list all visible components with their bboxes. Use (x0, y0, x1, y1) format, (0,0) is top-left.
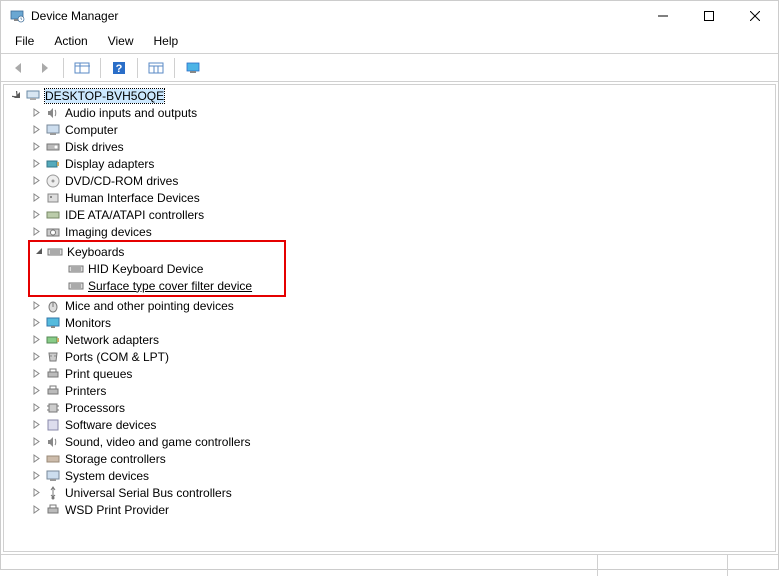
cd-icon (45, 173, 61, 189)
expand-icon[interactable] (30, 317, 42, 329)
tree-root[interactable]: DESKTOP-BVH5OQE (6, 87, 773, 104)
usb-icon (45, 485, 61, 501)
expand-icon[interactable] (30, 334, 42, 346)
app-icon (9, 8, 25, 24)
help-button[interactable]: ? (107, 57, 131, 79)
minimize-button[interactable] (640, 1, 686, 31)
expand-icon[interactable] (30, 470, 42, 482)
monitor-icon (45, 315, 61, 331)
storage-icon (45, 451, 61, 467)
port-icon (45, 349, 61, 365)
category-printers[interactable]: Printers (6, 382, 773, 399)
expand-icon[interactable] (30, 300, 42, 312)
expand-icon[interactable] (30, 124, 42, 136)
category-usb[interactable]: Universal Serial Bus controllers (6, 484, 773, 501)
expand-icon[interactable] (30, 453, 42, 465)
expand-icon[interactable] (30, 436, 42, 448)
keyboard-icon (68, 261, 84, 277)
expand-icon[interactable] (30, 351, 42, 363)
category-wsd[interactable]: WSD Print Provider (6, 501, 773, 518)
category-print-queues[interactable]: Print queues (6, 365, 773, 382)
highlighted-keyboards-group: Keyboards HID Keyboard Device Surface ty… (28, 240, 286, 297)
category-ide[interactable]: IDE ATA/ATAPI controllers (6, 206, 773, 223)
window-controls (640, 1, 778, 31)
device-surface-type-cover[interactable]: Surface type cover filter device (30, 277, 284, 294)
pc-icon (45, 122, 61, 138)
root-label[interactable]: DESKTOP-BVH5OQE (45, 89, 164, 103)
category-storage[interactable]: Storage controllers (6, 450, 773, 467)
category-system[interactable]: System devices (6, 467, 773, 484)
display-adapter-icon (45, 156, 61, 172)
speaker-icon (45, 105, 61, 121)
category-audio[interactable]: Audio inputs and outputs (6, 104, 773, 121)
software-icon (45, 417, 61, 433)
expand-icon[interactable] (30, 368, 42, 380)
category-monitors[interactable]: Monitors (6, 314, 773, 331)
hid-icon (45, 190, 61, 206)
window-title: Device Manager (31, 9, 640, 23)
disk-icon (45, 139, 61, 155)
keyboard-icon (68, 278, 84, 294)
speaker-icon (45, 434, 61, 450)
category-software[interactable]: Software devices (6, 416, 773, 433)
menu-help[interactable]: Help (146, 32, 187, 50)
category-keyboards[interactable]: Keyboards (30, 243, 284, 260)
expand-icon[interactable] (30, 192, 42, 204)
printer-icon (45, 383, 61, 399)
expand-icon[interactable] (30, 175, 42, 187)
back-button[interactable] (7, 57, 31, 79)
camera-icon (45, 224, 61, 240)
expand-icon[interactable] (30, 487, 42, 499)
category-disk[interactable]: Disk drives (6, 138, 773, 155)
category-dvd[interactable]: DVD/CD-ROM drives (6, 172, 773, 189)
toolbar: ? (1, 54, 778, 82)
category-mice[interactable]: Mice and other pointing devices (6, 297, 773, 314)
forward-button[interactable] (33, 57, 57, 79)
printer-icon (45, 366, 61, 382)
device-tree[interactable]: DESKTOP-BVH5OQE Audio inputs and outputs… (3, 84, 776, 552)
expand-icon[interactable] (30, 504, 42, 516)
category-processors[interactable]: Processors (6, 399, 773, 416)
scan-hardware-button[interactable] (144, 57, 168, 79)
expand-icon[interactable] (30, 419, 42, 431)
expand-icon[interactable] (30, 209, 42, 221)
expand-icon[interactable] (30, 385, 42, 397)
network-icon (45, 332, 61, 348)
expand-icon[interactable] (30, 158, 42, 170)
maximize-button[interactable] (686, 1, 732, 31)
category-display[interactable]: Display adapters (6, 155, 773, 172)
category-network[interactable]: Network adapters (6, 331, 773, 348)
category-sound[interactable]: Sound, video and game controllers (6, 433, 773, 450)
category-hid[interactable]: Human Interface Devices (6, 189, 773, 206)
show-hide-tree-button[interactable] (70, 57, 94, 79)
category-ports[interactable]: Ports (COM & LPT) (6, 348, 773, 365)
titlebar: Device Manager (1, 1, 778, 31)
category-imaging[interactable]: Imaging devices (6, 223, 773, 240)
collapse-icon[interactable] (32, 246, 44, 258)
menu-file[interactable]: File (7, 32, 42, 50)
mouse-icon (45, 298, 61, 314)
menubar: File Action View Help (1, 31, 778, 51)
computer-icon (25, 88, 41, 104)
svg-text:?: ? (116, 63, 123, 75)
menu-view[interactable]: View (100, 32, 142, 50)
category-computer[interactable]: Computer (6, 121, 773, 138)
expand-icon[interactable] (30, 107, 42, 119)
printer-icon (45, 502, 61, 518)
cpu-icon (45, 400, 61, 416)
statusbar (1, 554, 778, 576)
expand-icon[interactable] (30, 226, 42, 238)
expand-icon[interactable] (10, 90, 22, 102)
close-button[interactable] (732, 1, 778, 31)
system-icon (45, 468, 61, 484)
monitor-button[interactable] (181, 57, 205, 79)
expand-icon[interactable] (30, 402, 42, 414)
device-hid-keyboard[interactable]: HID Keyboard Device (30, 260, 284, 277)
ide-icon (45, 207, 61, 223)
expand-icon[interactable] (30, 141, 42, 153)
menu-action[interactable]: Action (46, 32, 95, 50)
keyboard-icon (47, 244, 63, 260)
